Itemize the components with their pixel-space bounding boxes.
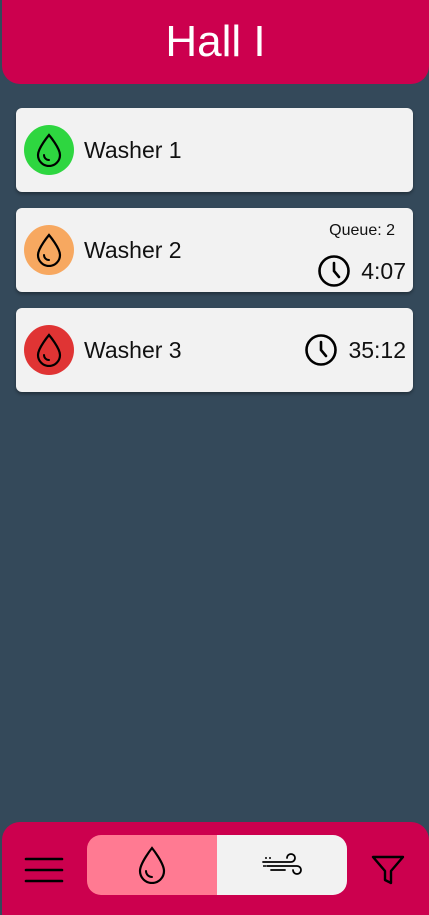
queue-count: Queue: 2	[329, 222, 395, 239]
water-drop-icon	[138, 846, 166, 884]
machine-name: Washer 2	[84, 237, 182, 263]
machine-name: Washer 1	[84, 137, 182, 163]
water-drop-icon	[36, 333, 62, 367]
water-drop-icon	[36, 133, 62, 167]
machine-card-washer-3[interactable]: Washer 3 35:12	[16, 308, 413, 392]
remaining-time: 35:12	[304, 333, 406, 367]
water-drop-icon	[36, 233, 62, 267]
bottom-nav-bar	[2, 822, 429, 915]
tab-dryers[interactable]	[217, 835, 347, 895]
clock-icon	[318, 255, 351, 287]
tab-washers[interactable]	[87, 835, 217, 895]
remaining-time: 4:07	[317, 254, 406, 288]
filter-button[interactable]	[368, 850, 408, 890]
hamburger-menu-icon	[24, 857, 64, 883]
page-title: Hall I	[165, 17, 266, 66]
status-indicator-available	[24, 125, 74, 175]
app-header: Hall I	[2, 0, 429, 84]
time-value: 35:12	[348, 336, 406, 363]
wind-icon	[262, 853, 302, 875]
machine-card-washer-2[interactable]: Washer 2 Queue: 2 4:07	[16, 208, 413, 292]
filter-icon	[371, 855, 405, 885]
status-indicator-in-use	[24, 325, 74, 375]
machine-card-washer-1[interactable]: Washer 1	[16, 108, 413, 192]
machine-type-toggle	[87, 835, 347, 895]
menu-button[interactable]	[24, 855, 64, 885]
machine-name: Washer 3	[84, 337, 182, 363]
status-indicator-busy	[24, 225, 74, 275]
clock-icon	[305, 334, 338, 366]
time-value: 4:07	[361, 257, 406, 284]
